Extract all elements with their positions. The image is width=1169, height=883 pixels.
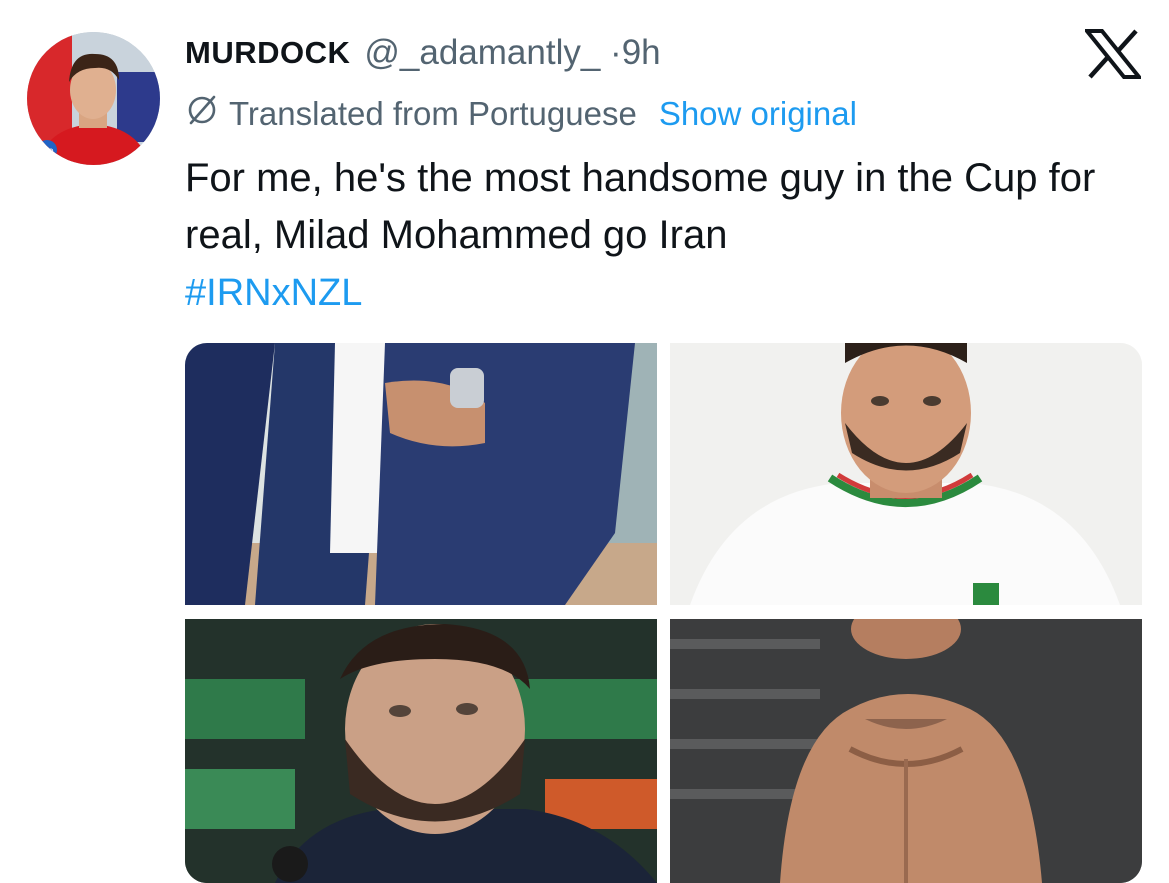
avatar[interactable]: hp	[27, 32, 160, 165]
tweet-body: For me, he's the most handsome guy in th…	[185, 156, 1096, 257]
translation-note: Translated from Portuguese	[229, 95, 637, 132]
display-name[interactable]: MURDOCK	[185, 35, 350, 71]
media-photo-1[interactable]	[185, 343, 657, 605]
media-grid	[185, 343, 1142, 883]
avatar-image: hp	[27, 32, 160, 165]
globe-slash-icon	[185, 93, 229, 135]
media-photo-3[interactable]	[185, 619, 657, 883]
hashtag-link[interactable]: #IRNxNZL	[185, 268, 362, 318]
translation-row: Translated from Portuguese Show original	[185, 92, 857, 136]
tweet-header: MURDOCK @_adamantly_ ·9h	[185, 28, 661, 78]
x-logo-icon[interactable]	[1082, 29, 1144, 79]
svg-text:hp: hp	[41, 146, 54, 157]
media-photo-2[interactable]	[670, 343, 1142, 605]
media-photo-4[interactable]	[670, 619, 1142, 883]
show-original-link[interactable]: Show original	[659, 95, 857, 133]
handle-and-time[interactable]: @_adamantly_ ·9h	[364, 33, 660, 73]
